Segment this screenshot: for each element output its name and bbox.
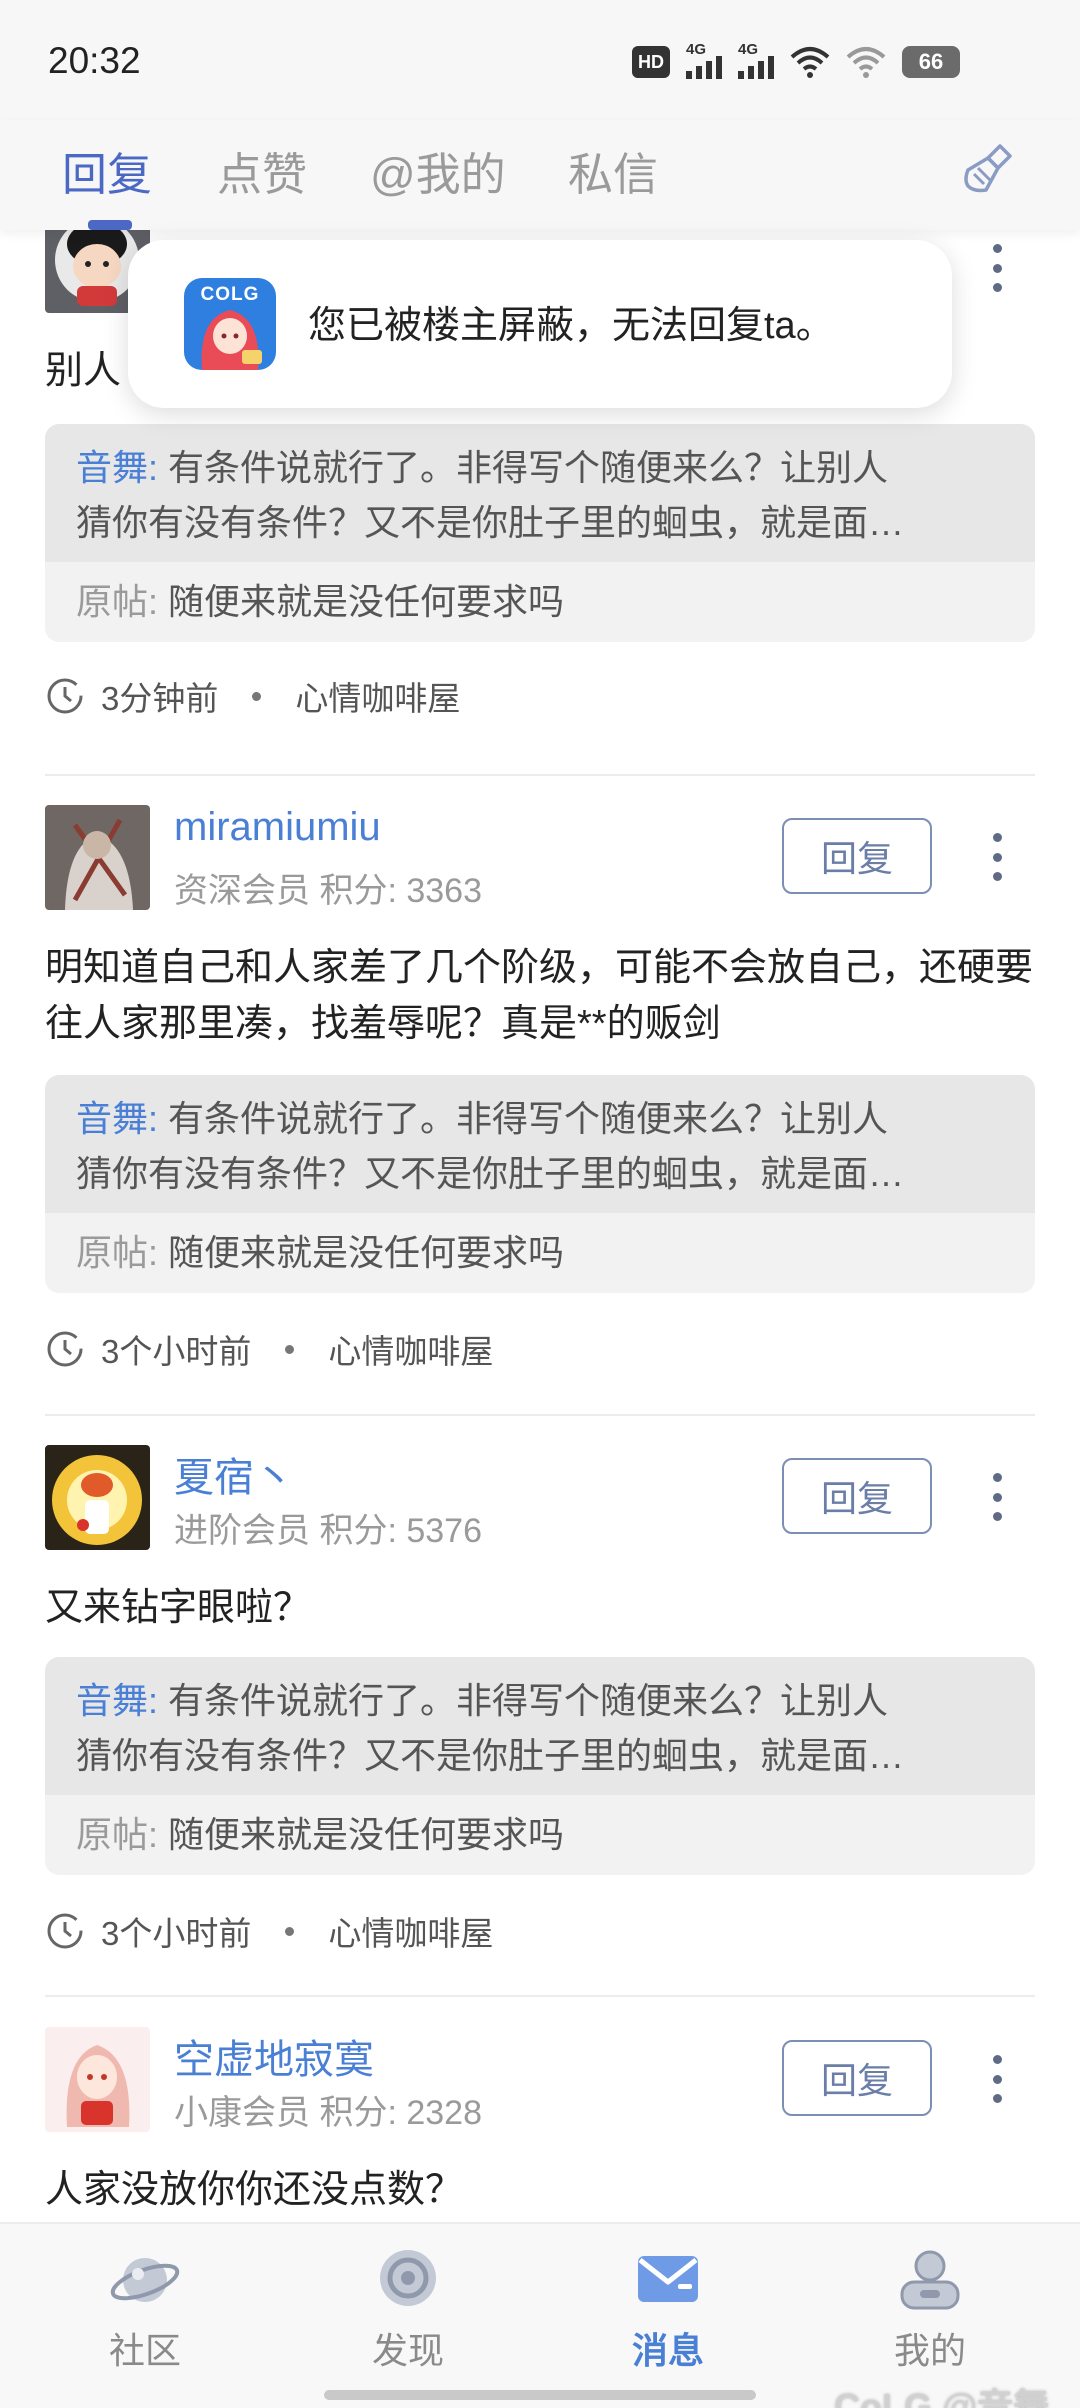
clock-icon bbox=[47, 1913, 83, 1949]
blocked-toast: COLG 您已被楼主屏蔽，无法回复ta。 bbox=[128, 240, 952, 408]
quote-text-line: 有条件说就行了。非得写个随便来么？让别人 bbox=[168, 1680, 889, 1721]
status-bar: 20:32 HD 4G 4G 66 bbox=[0, 0, 1080, 120]
quoted-comment[interactable]: 音舞: 有条件说就行了。非得写个随便来么？让别人 猜你有没有条件？又不是你肚子里… bbox=[45, 1075, 1035, 1293]
reply-button[interactable]: 回复 bbox=[782, 818, 932, 894]
colg-app-icon: COLG bbox=[184, 278, 276, 370]
more-options-icon[interactable] bbox=[985, 827, 1009, 887]
nav-community[interactable]: 社区 bbox=[75, 2242, 215, 2374]
broom-clear-icon[interactable] bbox=[960, 140, 1020, 200]
quote-text-line: 有条件说就行了。非得写个随便来么？让别人 bbox=[168, 1098, 889, 1139]
nav-label: 发现 bbox=[371, 2330, 444, 2371]
username[interactable]: miramiumiu bbox=[174, 805, 381, 850]
avatar[interactable] bbox=[45, 1445, 150, 1550]
quote-author[interactable]: 音舞 bbox=[76, 1098, 148, 1139]
quoted-comment[interactable]: 音舞: 有条件说就行了。非得写个随便来么？让别人 猜你有没有条件？又不是你肚子里… bbox=[45, 424, 1035, 642]
nav-discover[interactable]: 发现 bbox=[338, 2242, 478, 2374]
active-tab-indicator bbox=[88, 220, 132, 230]
hd-icon: HD bbox=[632, 46, 670, 78]
tab-likes[interactable]: 点赞 bbox=[217, 138, 307, 203]
message-tab-bar: 回复 点赞 @我的 私信 bbox=[0, 120, 1080, 230]
board-name[interactable]: 心情咖啡屋 bbox=[328, 1907, 493, 1955]
clock-icon bbox=[47, 678, 83, 714]
more-options-icon[interactable] bbox=[985, 2049, 1009, 2109]
status-icons: HD 4G 4G 66 bbox=[632, 41, 960, 82]
wifi-2-icon bbox=[846, 47, 886, 78]
quote-author[interactable]: 音舞 bbox=[76, 447, 148, 488]
toast-message: 您已被楼主屏蔽，无法回复ta。 bbox=[308, 305, 834, 347]
separator-dot bbox=[252, 691, 262, 701]
discover-icon bbox=[380, 2250, 436, 2306]
reply-time: 3个小时前 bbox=[101, 1333, 252, 1370]
original-post-title[interactable]: 随便来就是没任何要求吗 bbox=[168, 581, 564, 622]
tab-private-messages[interactable]: 私信 bbox=[568, 138, 658, 203]
quote-author[interactable]: 音舞 bbox=[76, 1680, 148, 1721]
planet-icon bbox=[110, 2258, 180, 2302]
board-name[interactable]: 心情咖啡屋 bbox=[328, 1325, 493, 1373]
username[interactable]: 空虚地寂寞 bbox=[174, 2027, 374, 2085]
reply-meta: 3个小时前 心情咖啡屋 bbox=[45, 1326, 493, 1372]
reply-feed: 别人 音舞: 有条件说就行了。非得写个随便来么？让别人 猜你有没有条件？又不是你… bbox=[0, 230, 1080, 2222]
original-post-label: 原帖: bbox=[76, 1814, 159, 1855]
network-type-label: 4G bbox=[738, 41, 759, 58]
wifi-icon bbox=[790, 47, 830, 78]
quoted-comment[interactable]: 音舞: 有条件说就行了。非得写个随便来么？让别人 猜你有没有条件？又不是你肚子里… bbox=[45, 1657, 1035, 1875]
user-level: 进阶会员 积分: 5376 bbox=[174, 1512, 482, 1550]
signal-1-icon: 4G bbox=[686, 41, 722, 79]
user-level: 小康会员 积分: 2328 bbox=[174, 2094, 482, 2132]
original-post-label: 原帖: bbox=[76, 581, 159, 622]
reply-button[interactable]: 回复 bbox=[782, 2040, 932, 2116]
reply-meta: 3个小时前 心情咖啡屋 bbox=[45, 1908, 493, 1954]
reply-meta: 3分钟前 心情咖啡屋 bbox=[45, 673, 460, 719]
signal-2-icon: 4G bbox=[738, 41, 774, 79]
username[interactable]: 夏宿丶 bbox=[174, 1445, 294, 1503]
reply-time: 3个小时前 bbox=[101, 1915, 252, 1952]
clock-icon bbox=[47, 1331, 83, 1367]
reply-content: 人家没放你你还没点数？ bbox=[45, 2169, 464, 2211]
nav-label: 消息 bbox=[631, 2330, 704, 2371]
profile-icon bbox=[900, 2250, 960, 2310]
avatar[interactable] bbox=[45, 2027, 150, 2132]
divider bbox=[45, 1995, 1035, 1997]
reply-item: 空虚地寂寞 小康会员 积分: 2328 回复 人家没放你你还没点数？ bbox=[0, 2027, 1080, 2222]
reply-time: 3分钟前 bbox=[101, 680, 219, 717]
tab-mentions[interactable]: @我的 bbox=[370, 138, 506, 203]
separator-dot bbox=[285, 1344, 295, 1354]
more-options-icon[interactable] bbox=[985, 1467, 1009, 1527]
board-name[interactable]: 心情咖啡屋 bbox=[295, 672, 460, 720]
status-time: 20:32 bbox=[48, 40, 141, 81]
quote-text-line: 有条件说就行了。非得写个随便来么？让别人 bbox=[168, 447, 889, 488]
original-post-title[interactable]: 随便来就是没任何要求吗 bbox=[168, 1814, 564, 1855]
nav-label: 社区 bbox=[108, 2330, 181, 2371]
mail-icon bbox=[638, 2256, 698, 2302]
reply-item: miramiumiu 资深会员 积分: 3363 回复 明知道自己和人家差了几个… bbox=[0, 805, 1080, 1405]
user-level: 资深会员 积分: 3363 bbox=[174, 872, 482, 910]
tab-replies[interactable]: 回复 bbox=[62, 138, 152, 203]
separator-dot bbox=[285, 1926, 295, 1936]
divider bbox=[45, 1414, 1035, 1416]
original-post-label: 原帖: bbox=[76, 1232, 159, 1273]
nav-messages[interactable]: 消息 bbox=[598, 2242, 738, 2374]
network-type-label: 4G bbox=[686, 41, 707, 58]
home-indicator[interactable] bbox=[324, 2390, 756, 2400]
quote-text-line: 猜你有没有条件？又不是你肚子里的蛔虫，就是面… bbox=[76, 1153, 905, 1194]
reply-button[interactable]: 回复 bbox=[782, 1458, 932, 1534]
battery-icon: 66 bbox=[902, 46, 960, 78]
quote-text-line: 猜你有没有条件？又不是你肚子里的蛔虫，就是面… bbox=[76, 502, 905, 543]
original-post-title[interactable]: 随便来就是没任何要求吗 bbox=[168, 1232, 564, 1273]
divider bbox=[45, 774, 1035, 776]
nav-label: 我的 bbox=[893, 2330, 966, 2371]
reply-content: 明知道自己和人家差了几个阶级，可能不会放自己，还硬要往人家那里凑，找羞辱呢？真是… bbox=[45, 947, 1034, 1045]
reply-content: 又来钻字眼啦？ bbox=[45, 1587, 312, 1629]
avatar[interactable] bbox=[45, 805, 150, 910]
reply-item: 夏宿丶 进阶会员 积分: 5376 回复 又来钻字眼啦？ 音舞: 有条件说就行了… bbox=[0, 1445, 1080, 2005]
watermark: CoLG @音舞 bbox=[834, 2386, 1050, 2408]
more-options-icon[interactable] bbox=[985, 238, 1009, 298]
quote-text-line: 猜你有没有条件？又不是你肚子里的蛔虫，就是面… bbox=[76, 1735, 905, 1776]
nav-profile[interactable]: 我的 bbox=[860, 2242, 1000, 2374]
